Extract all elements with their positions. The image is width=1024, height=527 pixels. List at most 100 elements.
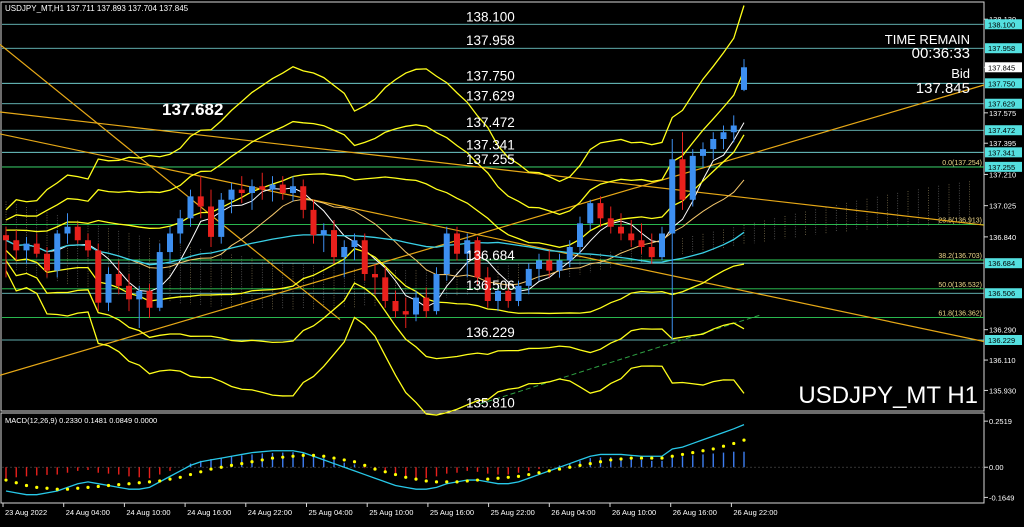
macd-signal-dot bbox=[455, 480, 459, 484]
macd-signal-dot bbox=[496, 476, 500, 480]
macd-signal-dot bbox=[639, 456, 644, 460]
chart-window: 0.0(137.254) 23.6(136.913) 38.2(136.703) 50… bbox=[0, 0, 1024, 522]
level-label: 137.750 bbox=[466, 68, 515, 83]
candle-body bbox=[413, 297, 419, 315]
candle-body bbox=[402, 311, 409, 315]
candle-body bbox=[33, 243, 40, 254]
macd-signal-dot bbox=[322, 454, 326, 458]
macd-signal-dot bbox=[199, 470, 203, 474]
macd-signal-dot bbox=[660, 456, 664, 460]
candle-body bbox=[279, 184, 286, 193]
candle-body bbox=[710, 139, 717, 150]
macd-signal-dot bbox=[547, 469, 551, 473]
macd-signal-dot bbox=[414, 477, 418, 481]
candle-body bbox=[525, 268, 532, 286]
bid-value: 137.845 bbox=[916, 80, 970, 97]
time-axis-label: 26 Aug 10:00 bbox=[612, 508, 656, 517]
fib-label: 50.0(136.532) bbox=[938, 282, 982, 289]
macd-signal-dot bbox=[168, 477, 172, 481]
time-axis-label: 24 Aug 04:00 bbox=[66, 508, 110, 517]
macd-signal-dot bbox=[578, 463, 582, 468]
candle-body bbox=[208, 206, 214, 237]
candle-body bbox=[54, 233, 61, 271]
macd-signal-dot bbox=[240, 461, 244, 466]
macd-title: MACD(12,26,9) 0.2330 0.1481 0.0849 0.000… bbox=[5, 416, 157, 425]
fib-label: 0.0(137.254) bbox=[942, 160, 982, 167]
price-tag-label: 137.958 bbox=[988, 44, 1015, 53]
macd-signal-dot bbox=[24, 483, 29, 488]
bid-label: Bid bbox=[951, 66, 970, 81]
candle-body bbox=[259, 186, 266, 190]
candle-body bbox=[433, 274, 440, 312]
macd-signal-dot bbox=[229, 463, 234, 468]
candle-body bbox=[659, 233, 665, 258]
time-axis-label: 26 Aug 16:00 bbox=[673, 508, 717, 517]
macd-signal-dot bbox=[301, 453, 305, 457]
macd-axis-label: -0.1649 bbox=[989, 493, 1014, 502]
candle-body bbox=[74, 226, 81, 241]
price-tag-label: 137.255 bbox=[988, 163, 1015, 172]
time-axis-label: 26 Aug 22:00 bbox=[733, 508, 777, 517]
candle-body bbox=[44, 253, 50, 271]
macd-signal-dot bbox=[711, 447, 715, 451]
candle-body bbox=[372, 274, 378, 278]
macd-signal-dot bbox=[650, 456, 654, 460]
candle-body bbox=[741, 67, 747, 90]
candle-body bbox=[669, 159, 676, 234]
macd-signal-dot bbox=[506, 475, 510, 479]
candle-body bbox=[320, 230, 327, 236]
macd-signal-dot bbox=[127, 482, 131, 486]
macd-signal-dot bbox=[147, 480, 152, 484]
macd-signal-dot bbox=[516, 474, 521, 478]
macd-signal-dot bbox=[475, 478, 480, 482]
candle-body bbox=[331, 230, 337, 258]
candle-body bbox=[23, 243, 30, 251]
macd-signal-dot bbox=[117, 483, 121, 487]
price-tag-label: 138.100 bbox=[988, 20, 1015, 29]
level-label: 138.100 bbox=[466, 9, 515, 24]
macd-signal-dot bbox=[281, 455, 285, 459]
candle-body bbox=[95, 250, 102, 303]
candle-body bbox=[382, 277, 389, 301]
candle-body bbox=[648, 247, 655, 258]
macd-signal-dot bbox=[14, 481, 18, 485]
level-label: 137.629 bbox=[466, 89, 515, 104]
candle-body bbox=[351, 240, 358, 247]
macd-signal-dot bbox=[270, 456, 275, 460]
candle-body bbox=[187, 196, 194, 219]
candle-body bbox=[64, 226, 71, 234]
macd-signal-dot bbox=[691, 450, 695, 455]
level-label: 137.255 bbox=[466, 152, 515, 167]
level-label: 135.810 bbox=[466, 396, 515, 411]
time-axis-label: 24 Aug 10:00 bbox=[126, 508, 170, 517]
candle-body bbox=[689, 155, 696, 200]
price-tag-label: 137.629 bbox=[988, 100, 1015, 109]
fib-label: 38.2(136.703) bbox=[938, 253, 982, 260]
candle-body bbox=[269, 184, 276, 190]
candle-body bbox=[515, 285, 522, 301]
candle-body bbox=[638, 240, 645, 247]
candle-body bbox=[126, 285, 132, 300]
candle-body bbox=[443, 233, 450, 274]
level-label: 137.958 bbox=[466, 33, 515, 48]
price-tag-label: 137.341 bbox=[988, 148, 1015, 157]
candle-body bbox=[115, 274, 122, 286]
candle-body bbox=[341, 247, 348, 258]
price-tag-label: 137.472 bbox=[988, 126, 1015, 135]
macd-signal-dot bbox=[219, 465, 223, 469]
candle-body bbox=[13, 240, 20, 251]
candle-body bbox=[556, 260, 563, 271]
macd-axis-label: 0.2519 bbox=[989, 417, 1012, 426]
candle-body bbox=[454, 233, 460, 254]
price-tag-label: 137.750 bbox=[988, 79, 1015, 88]
macd-signal-dot bbox=[209, 467, 213, 471]
candle-body bbox=[238, 189, 245, 193]
candle-body bbox=[577, 223, 583, 247]
time-axis-label: 24 Aug 22:00 bbox=[248, 508, 292, 517]
macd-axis-label: 0.00 bbox=[989, 463, 1004, 472]
candle-body bbox=[146, 290, 153, 308]
candle-body bbox=[361, 240, 368, 274]
macd-signal-dot bbox=[680, 452, 685, 457]
price-axis-label: 137.575 bbox=[989, 109, 1016, 118]
price-chart-svg[interactable]: 0.0(137.254)23.6(136.913)38.2(136.703)50… bbox=[0, 0, 1024, 522]
